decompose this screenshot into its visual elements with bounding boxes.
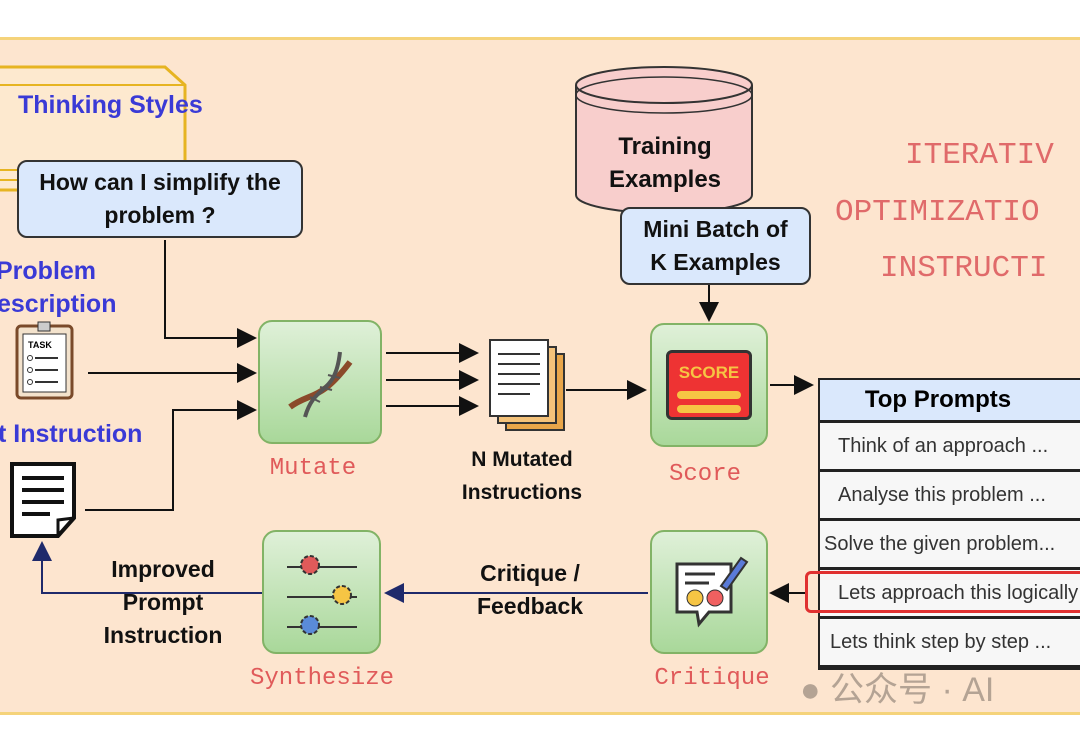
training-line1: Training — [618, 133, 712, 160]
thinking-style-example: How can I simplify the problem ? — [17, 160, 303, 238]
improved-line1: Improved — [111, 556, 215, 582]
mutated-instructions-label: N Mutated Instructions — [462, 443, 582, 509]
watermark: ● 公众号 · AI — [800, 662, 994, 711]
prompt-row: Solve the given problem... — [820, 521, 1080, 567]
mini-batch-box: Mini Batch of K Examples — [620, 207, 811, 285]
document-stack-icon — [489, 339, 565, 431]
prompt-row: Think of an approach ... — [820, 423, 1080, 469]
svg-text:TASK: TASK — [28, 340, 52, 350]
training-examples-label: Training Examples — [609, 130, 721, 196]
title-line3: INSTRUCTI — [880, 251, 1048, 286]
wechat-icon: ● — [800, 671, 821, 709]
arrow-thinking-to-mutate — [164, 240, 257, 348]
gears-icon — [286, 555, 357, 635]
mutated-line1: N Mutated — [471, 448, 573, 471]
title-line1: ITERATIV — [905, 138, 1054, 173]
synthesize-box — [262, 530, 381, 654]
improved-prompt-label: Improved Prompt Instruction — [104, 553, 223, 652]
problem-description-line2: escription — [0, 290, 117, 318]
mutated-line2: Instructions — [461, 481, 583, 504]
improved-line2: Prompt — [122, 589, 204, 615]
score-icon-text: SCORE — [678, 363, 740, 382]
highlight-box — [805, 571, 1080, 613]
instruction-label: t Instruction — [0, 420, 143, 448]
critique-feedback-icon — [675, 556, 749, 628]
critique-feedback-label: Critique / Feedback — [477, 557, 583, 623]
feedback-line1: Critique / — [480, 560, 580, 586]
training-line2: Examples — [608, 166, 722, 193]
mutate-label: Mutate — [269, 455, 357, 482]
document-icon — [10, 462, 76, 538]
synthesize-label: Synthesize — [249, 665, 395, 692]
score-label: Score — [668, 461, 741, 488]
mini-batch-line2: K Examples — [650, 249, 781, 275]
mini-batch-line1: Mini Batch of — [643, 216, 788, 242]
top-prompts-table: Top Prompts Think of an approach ... Ana… — [818, 378, 1080, 670]
critique-label: Critique — [654, 665, 770, 692]
critique-box — [650, 530, 768, 654]
title-line2: OPTIMIZATIO — [835, 195, 1040, 230]
score-box: SCORE — [650, 323, 768, 447]
top-prompts-header: Top Prompts — [820, 380, 1080, 420]
problem-description-line1: Problem — [0, 257, 97, 285]
prompt-row: Analyse this problem ... — [820, 472, 1080, 518]
prompt-row: Lets think step by step ... — [820, 619, 1080, 665]
thinking-styles-title: Thinking Styles — [18, 91, 203, 119]
mutate-box — [258, 320, 382, 444]
score-icon: SCORE — [666, 350, 752, 420]
feedback-line2: Feedback — [476, 593, 584, 619]
dna-icon — [288, 351, 353, 418]
clipboard-task-icon: TASK — [15, 321, 74, 400]
watermark-text: 公众号 · AI — [830, 671, 995, 709]
improved-line3: Instruction — [103, 622, 223, 648]
